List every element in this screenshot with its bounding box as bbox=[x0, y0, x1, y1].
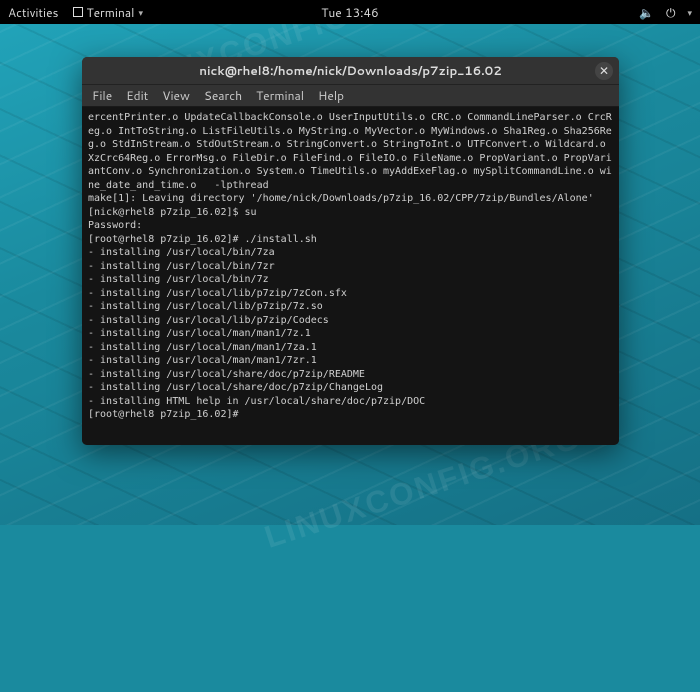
terminal-output[interactable]: ercentPrinter.o UpdateCallbackConsole.o … bbox=[82, 107, 619, 445]
menu-view[interactable]: View bbox=[162, 87, 190, 104]
terminal-line: - installing /usr/local/bin/7z bbox=[88, 273, 613, 287]
close-icon: ✕ bbox=[599, 65, 609, 77]
terminal-line: make[1]: Leaving directory '/home/nick/D… bbox=[88, 192, 613, 206]
terminal-line: - installing /usr/local/man/man1/7zr.1 bbox=[88, 354, 613, 368]
terminal-line: - installing /usr/local/lib/p7zip/7z.so bbox=[88, 300, 613, 314]
terminal-line: [root@rhel8 p7zip_16.02]# bbox=[88, 408, 613, 422]
menu-help[interactable]: Help bbox=[318, 87, 344, 104]
menu-search[interactable]: Search bbox=[204, 87, 242, 104]
terminal-line: - installing /usr/local/share/doc/p7zip/… bbox=[88, 381, 613, 395]
terminal-line: - installing /usr/local/man/man1/7za.1 bbox=[88, 341, 613, 355]
terminal-line: - installing /usr/local/bin/7zr bbox=[88, 260, 613, 274]
terminal-line: [nick@rhel8 p7zip_16.02]$ su bbox=[88, 206, 613, 220]
terminal-window: nick@rhel8:/home/nick/Downloads/p7zip_16… bbox=[82, 57, 619, 445]
terminal-line: - installing HTML help in /usr/local/sha… bbox=[88, 395, 613, 409]
system-menu-chevron-icon[interactable]: ▾ bbox=[687, 6, 692, 19]
topbar-app-label: Terminal bbox=[87, 4, 135, 21]
terminal-line: [root@rhel8 p7zip_16.02]# ./install.sh bbox=[88, 233, 613, 247]
volume-icon[interactable]: 🔈 bbox=[639, 4, 654, 21]
terminal-line: - installing /usr/local/man/man1/7z.1 bbox=[88, 327, 613, 341]
menu-terminal[interactable]: Terminal bbox=[256, 87, 304, 104]
terminal-line: ercentPrinter.o UpdateCallbackConsole.o … bbox=[88, 111, 613, 192]
activities-button[interactable]: Activities bbox=[8, 4, 59, 21]
topbar-app-menu[interactable]: Terminal ▾ bbox=[73, 4, 143, 21]
window-titlebar[interactable]: nick@rhel8:/home/nick/Downloads/p7zip_16… bbox=[82, 57, 619, 85]
menu-edit[interactable]: Edit bbox=[126, 87, 148, 104]
terminal-line: - installing /usr/local/bin/7za bbox=[88, 246, 613, 260]
terminal-line: Password: bbox=[88, 219, 613, 233]
terminal-line: - installing /usr/local/lib/p7zip/Codecs bbox=[88, 314, 613, 328]
close-button[interactable]: ✕ bbox=[595, 62, 613, 80]
window-title: nick@rhel8:/home/nick/Downloads/p7zip_16… bbox=[199, 62, 502, 79]
clock[interactable]: Tue 13:46 bbox=[321, 4, 379, 21]
chevron-down-icon: ▾ bbox=[138, 6, 143, 19]
power-icon[interactable]: ⏻ bbox=[666, 4, 676, 21]
menu-file[interactable]: File bbox=[92, 87, 112, 104]
terminal-line: - installing /usr/local/lib/p7zip/7zCon.… bbox=[88, 287, 613, 301]
menu-bar: File Edit View Search Terminal Help bbox=[82, 85, 619, 107]
gnome-top-bar: Activities Terminal ▾ Tue 13:46 🔈 ⏻ ▾ bbox=[0, 0, 700, 24]
terminal-line: - installing /usr/local/share/doc/p7zip/… bbox=[88, 368, 613, 382]
terminal-icon bbox=[73, 7, 83, 17]
